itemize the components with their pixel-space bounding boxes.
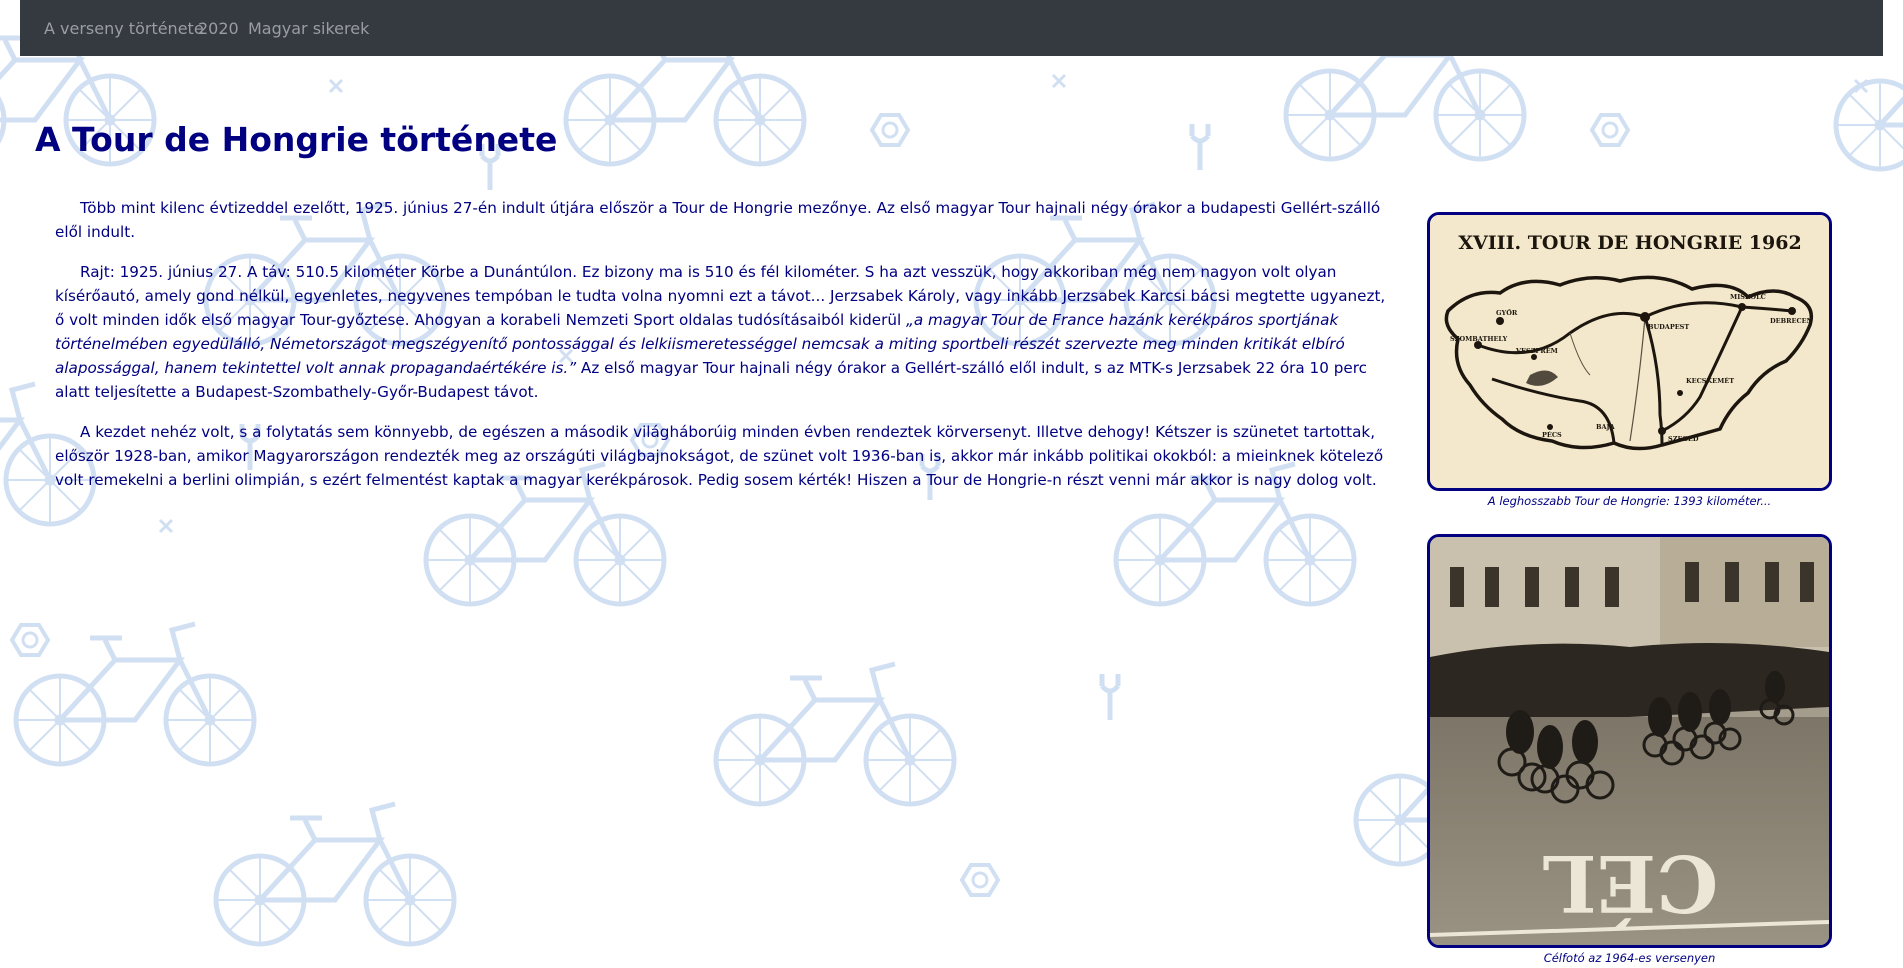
article-body: Több mint kilenc évtizeddel ezelőtt, 192… xyxy=(55,196,1395,508)
top-navbar: A verseny története 2020 Magyar sikerek xyxy=(20,0,1883,56)
svg-text:SZOMBATHELY: SZOMBATHELY xyxy=(1450,335,1508,343)
svg-text:DEBRECEN: DEBRECEN xyxy=(1770,317,1813,325)
article-paragraph-1: Több mint kilenc évtizeddel ezelőtt, 192… xyxy=(55,199,1381,241)
route-map-figure: XVIII. TOUR DE HONGRIE 1962 GYŐR BUDAPES… xyxy=(1427,212,1832,508)
svg-text:PÉCS: PÉCS xyxy=(1542,430,1562,439)
finish-photo-caption: Célfotó az 1964-es versenyen xyxy=(1543,951,1716,965)
nav-link-2020[interactable]: 2020 xyxy=(198,19,239,38)
finish-photo-figure: CÉL Célfotó az 1964-es versenyen xyxy=(1427,534,1832,965)
svg-text:MISKOLC: MISKOLC xyxy=(1730,293,1766,301)
svg-text:BAJA: BAJA xyxy=(1596,423,1616,431)
svg-text:KECSKEMÉT: KECSKEMÉT xyxy=(1686,376,1734,385)
svg-text:GYŐR: GYŐR xyxy=(1496,308,1518,317)
article-paragraph-3: A kezdet nehéz volt, s a folytatás sem k… xyxy=(55,423,1384,489)
article-paragraph-2: Rajt: 1925. június 27. A táv: 510.5 kilo… xyxy=(55,260,1395,404)
finish-line-road-text: CÉL xyxy=(1542,837,1718,929)
svg-text:SZEGED: SZEGED xyxy=(1668,435,1699,443)
finish-photo-image: CÉL xyxy=(1427,534,1832,948)
svg-text:VESZPRÉM: VESZPRÉM xyxy=(1515,346,1558,355)
svg-text:BUDAPEST: BUDAPEST xyxy=(1648,323,1689,331)
nav-link-history[interactable]: A verseny története xyxy=(44,19,204,38)
nav-link-hungarian-successes[interactable]: Magyar sikerek xyxy=(248,19,369,38)
map-heading: XVIII. TOUR DE HONGRIE 1962 xyxy=(1458,232,1801,254)
route-map-image: XVIII. TOUR DE HONGRIE 1962 GYŐR BUDAPES… xyxy=(1427,212,1832,491)
page-title: A Tour de Hongrie története xyxy=(35,120,558,159)
route-map-caption: A leghosszabb Tour de Hongrie: 1393 kilo… xyxy=(1487,494,1772,508)
